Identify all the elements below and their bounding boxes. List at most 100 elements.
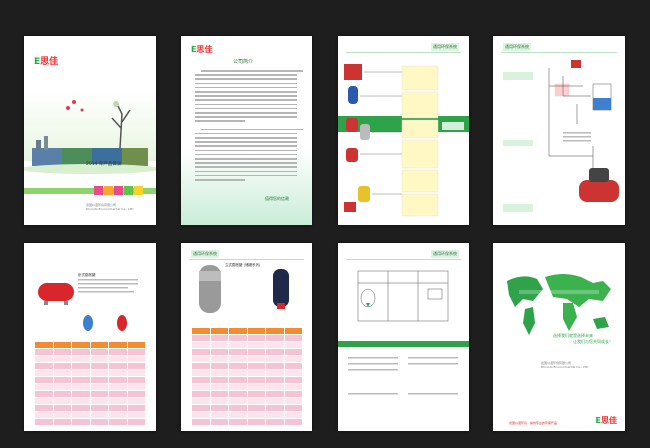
table-cell <box>191 355 211 363</box>
text-line <box>195 107 297 110</box>
table-cell <box>108 376 128 384</box>
table-cell <box>283 397 303 405</box>
table-cell <box>283 327 303 335</box>
table-cell <box>52 397 72 405</box>
text-line <box>195 149 297 152</box>
table-cell <box>108 390 128 398</box>
table-cell <box>228 348 248 356</box>
table-cell <box>89 369 109 377</box>
table-cell <box>209 369 229 377</box>
table-cell <box>228 369 248 377</box>
text-line <box>195 174 297 177</box>
table-row <box>34 411 146 419</box>
table-cell <box>246 418 266 426</box>
table-cell <box>89 355 109 363</box>
table-cell <box>246 327 266 335</box>
table-cell <box>191 418 211 426</box>
table-row <box>191 362 303 370</box>
table-cell <box>126 411 146 419</box>
table-cell <box>108 383 128 391</box>
table-row <box>34 397 146 405</box>
table-cell <box>283 404 303 412</box>
table-cell <box>89 348 109 356</box>
table-cell <box>246 404 266 412</box>
table-cell <box>71 418 91 426</box>
table-cell <box>228 327 248 335</box>
table-cell <box>191 362 211 370</box>
text-line <box>195 91 297 93</box>
table-cell <box>52 411 72 419</box>
table-cell <box>89 411 109 419</box>
table-cell <box>71 376 91 384</box>
table-cell <box>52 390 72 398</box>
table-cell <box>283 341 303 349</box>
table-cell <box>246 383 266 391</box>
table-cell <box>283 418 303 426</box>
table-cell <box>34 355 54 363</box>
table-cell <box>265 390 285 398</box>
table-cell <box>283 334 303 342</box>
text-line <box>195 86 297 89</box>
table-cell <box>283 369 303 377</box>
table-cell <box>191 369 211 377</box>
table-cell <box>265 397 285 405</box>
table-cell <box>246 397 266 405</box>
table-cell <box>209 418 229 426</box>
spec-table <box>34 341 146 426</box>
text-line <box>201 70 303 72</box>
text-line <box>195 116 297 118</box>
table-cell <box>265 341 285 349</box>
table-row <box>34 348 146 356</box>
table-cell <box>34 362 54 370</box>
table-cell <box>89 376 109 384</box>
table-cell <box>246 376 266 384</box>
table-cell <box>89 341 109 349</box>
text-line <box>195 166 297 168</box>
text-line <box>195 145 297 147</box>
table-cell <box>89 404 109 412</box>
text-line <box>195 141 297 143</box>
table-cell <box>209 327 229 335</box>
table-cell <box>71 383 91 391</box>
table-cell <box>283 390 303 398</box>
table-cell <box>52 383 72 391</box>
table-row <box>34 369 146 377</box>
company-intro-page: E思佳 公司简介 值得您的信赖 <box>181 36 312 225</box>
table-cell <box>265 334 285 342</box>
table-cell <box>108 418 128 426</box>
table-row <box>34 362 146 370</box>
table-cell <box>52 418 72 426</box>
table-cell <box>108 369 128 377</box>
table-cell <box>265 411 285 419</box>
cover-company-en: Dinuohi Environmental Co., LTD <box>86 207 134 211</box>
table-cell <box>209 334 229 342</box>
text-line <box>195 74 297 76</box>
back-company-en: Dinuohi Environmental Co., LTD <box>541 365 589 369</box>
table-cell <box>246 355 266 363</box>
text-line <box>195 179 245 181</box>
table-cell <box>34 376 54 384</box>
table-cell <box>228 397 248 405</box>
table-cell <box>71 390 91 398</box>
table-cell <box>71 369 91 377</box>
table-cell <box>228 418 248 426</box>
table-cell <box>209 397 229 405</box>
horizontal-tank-page: 卧式膨胀罐 <box>24 243 156 431</box>
text-line <box>195 162 297 164</box>
table-cell <box>34 341 54 349</box>
vertical-tank-page: 通用环保系统 立式膨胀罐 (储罐系列) <box>181 243 312 431</box>
table-cell <box>126 369 146 377</box>
table-cell <box>209 348 229 356</box>
text-line <box>195 120 245 122</box>
table-cell <box>246 348 266 356</box>
table-cell <box>265 383 285 391</box>
table-cell <box>89 362 109 370</box>
table-cell <box>265 348 285 356</box>
table-cell <box>228 383 248 391</box>
table-row <box>34 383 146 391</box>
table-cell <box>71 341 91 349</box>
table-cell <box>52 362 72 370</box>
table-cell <box>191 404 211 412</box>
table-cell <box>228 411 248 419</box>
table-cell <box>191 327 211 335</box>
